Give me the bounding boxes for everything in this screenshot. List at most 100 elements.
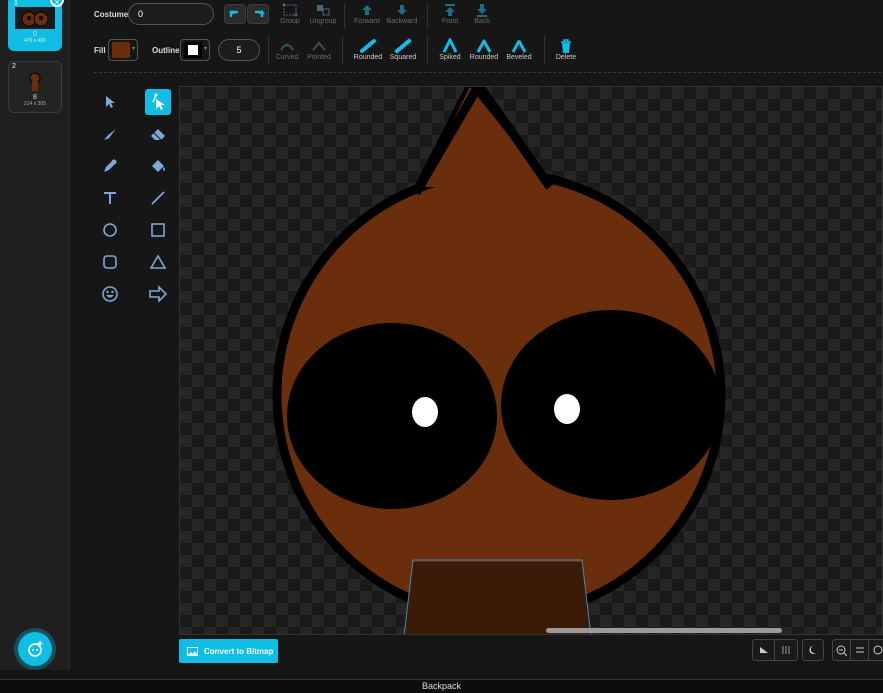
fill-color-picker[interactable]: ▾: [108, 39, 138, 61]
undo-button[interactable]: [224, 4, 246, 24]
backward-label: Backward: [386, 18, 418, 25]
toolbar-divider: [94, 72, 881, 73]
rounded-cap-button[interactable]: Rounded: [351, 38, 385, 61]
circle-icon: [103, 223, 117, 237]
outline-color-picker[interactable]: ▾: [180, 39, 210, 61]
forward-icon: [362, 5, 372, 15]
style-toolbar: Fill ▾ Outline ▾ 5 Curved Pointed Rounde…: [86, 34, 883, 68]
costume-tile-2[interactable]: 2 8 214 x 305: [8, 61, 62, 113]
rounded-join-label: Rounded: [469, 54, 499, 61]
dark-mode-group: [802, 639, 824, 661]
redo-button[interactable]: [247, 4, 269, 24]
outline-label: Outline: [152, 46, 180, 55]
costume-tile-1[interactable]: 1 × 0 476 x 406: [8, 0, 64, 51]
paint-editor: Costume 0 Group Ungroup Forward Backward…: [86, 0, 883, 670]
squared-cap-button[interactable]: Squared: [386, 38, 420, 61]
zoom-controls: [832, 639, 883, 661]
zoom-in-button[interactable]: [869, 640, 883, 660]
backward-button[interactable]: Backward: [385, 2, 419, 25]
zoom-reset-button[interactable]: [851, 640, 870, 660]
costume-name: 0: [33, 31, 37, 38]
pointed-icon: [312, 41, 326, 51]
circle-tool[interactable]: [97, 217, 123, 243]
costume-name-input[interactable]: 0: [128, 3, 214, 25]
delete-costume-icon[interactable]: ×: [50, 0, 64, 7]
smiley-icon: [102, 286, 118, 302]
delete-label: Delete: [555, 54, 577, 61]
spiked-join-button[interactable]: Spiked: [433, 38, 467, 61]
beveled-join-button[interactable]: Beveled: [502, 38, 536, 61]
pointed-label: Pointed: [307, 54, 331, 61]
cat-plus-icon: [28, 641, 43, 657]
divider: [342, 36, 343, 64]
eraser-tool[interactable]: [145, 121, 171, 147]
drawing-canvas[interactable]: [179, 86, 883, 635]
back-button[interactable]: Back: [465, 2, 499, 25]
rounded-cap-icon: [360, 39, 376, 53]
rounded-label: Rounded: [353, 54, 383, 61]
add-costume-button[interactable]: [18, 632, 52, 666]
flip-vertical-button[interactable]: [775, 640, 797, 660]
text-icon: [104, 192, 116, 204]
right-eye: [501, 310, 721, 500]
zoom-in-icon: [873, 645, 883, 654]
pointed-button[interactable]: Pointed: [302, 38, 336, 61]
brush-tool[interactable]: [97, 121, 123, 147]
crescent-button[interactable]: [803, 640, 823, 660]
forward-button[interactable]: Forward: [350, 2, 384, 25]
line-icon: [151, 191, 165, 205]
text-tool[interactable]: [97, 185, 123, 211]
undo-icon: [229, 10, 238, 17]
arrow-tool[interactable]: [145, 281, 171, 307]
paint-editor-root: 1 × 0 476 x 406 2 8 214 x 305 Costume 0 …: [0, 0, 883, 693]
arrow-shape-icon: [149, 285, 168, 303]
curved-label: Curved: [275, 54, 299, 61]
rectangle-tool[interactable]: [145, 217, 171, 243]
delete-button[interactable]: Delete: [549, 38, 583, 61]
flip-vertical-icon: [782, 646, 790, 654]
brush-icon: [103, 129, 116, 140]
front-button[interactable]: Front: [433, 2, 467, 25]
backward-icon: [397, 5, 407, 15]
rounded-join-icon: [476, 39, 492, 53]
convert-to-bitmap-button[interactable]: Convert to Bitmap: [179, 639, 278, 663]
costume-label: Costume: [94, 10, 129, 19]
convert-label: Convert to Bitmap: [204, 646, 274, 656]
crescent-icon: [809, 646, 816, 654]
group-icon: [282, 3, 298, 17]
reshape-tool[interactable]: [145, 89, 171, 115]
curved-button[interactable]: Curved: [270, 38, 304, 61]
beveled-join-icon: [511, 40, 527, 53]
fill-tool[interactable]: [145, 153, 171, 179]
costume-thumbnail: [15, 70, 55, 92]
rounded-rectangle-tool[interactable]: [97, 249, 123, 275]
rounded-join-button[interactable]: Rounded: [467, 38, 501, 61]
select-tool[interactable]: [97, 89, 123, 115]
costume-number: 2: [12, 63, 16, 70]
divider: [544, 36, 545, 64]
forward-label: Forward: [354, 18, 380, 25]
dropdown-caret-icon: ▾: [131, 46, 135, 52]
divider: [268, 36, 269, 64]
costume-thumbnail: [15, 7, 55, 29]
paint-bucket-icon: [152, 160, 165, 172]
dropdown-caret-icon: ▾: [203, 46, 207, 52]
horizontal-scrollbar[interactable]: [546, 628, 782, 633]
costume-toolbar: Costume 0 Group Ungroup Forward Backward…: [86, 0, 883, 30]
zoom-out-button[interactable]: [833, 640, 852, 660]
squared-label: Squared: [389, 54, 417, 61]
triangle-tool[interactable]: [145, 249, 171, 275]
spiked-label: Spiked: [439, 54, 461, 61]
beveled-label: Beveled: [506, 54, 532, 61]
flip-horizontal-button[interactable]: [753, 640, 775, 660]
squared-cap-icon: [394, 38, 412, 54]
backpack-bar[interactable]: Backpack: [0, 679, 883, 693]
ungroup-button[interactable]: Ungroup: [306, 2, 340, 25]
line-tool[interactable]: [145, 185, 171, 211]
group-button[interactable]: Group: [273, 2, 307, 25]
emoji-tool[interactable]: [97, 281, 123, 307]
fill-label: Fill: [94, 46, 106, 55]
eyedropper-tool[interactable]: [97, 153, 123, 179]
equals-icon: [855, 647, 864, 653]
outline-width-input[interactable]: 5: [218, 39, 260, 61]
